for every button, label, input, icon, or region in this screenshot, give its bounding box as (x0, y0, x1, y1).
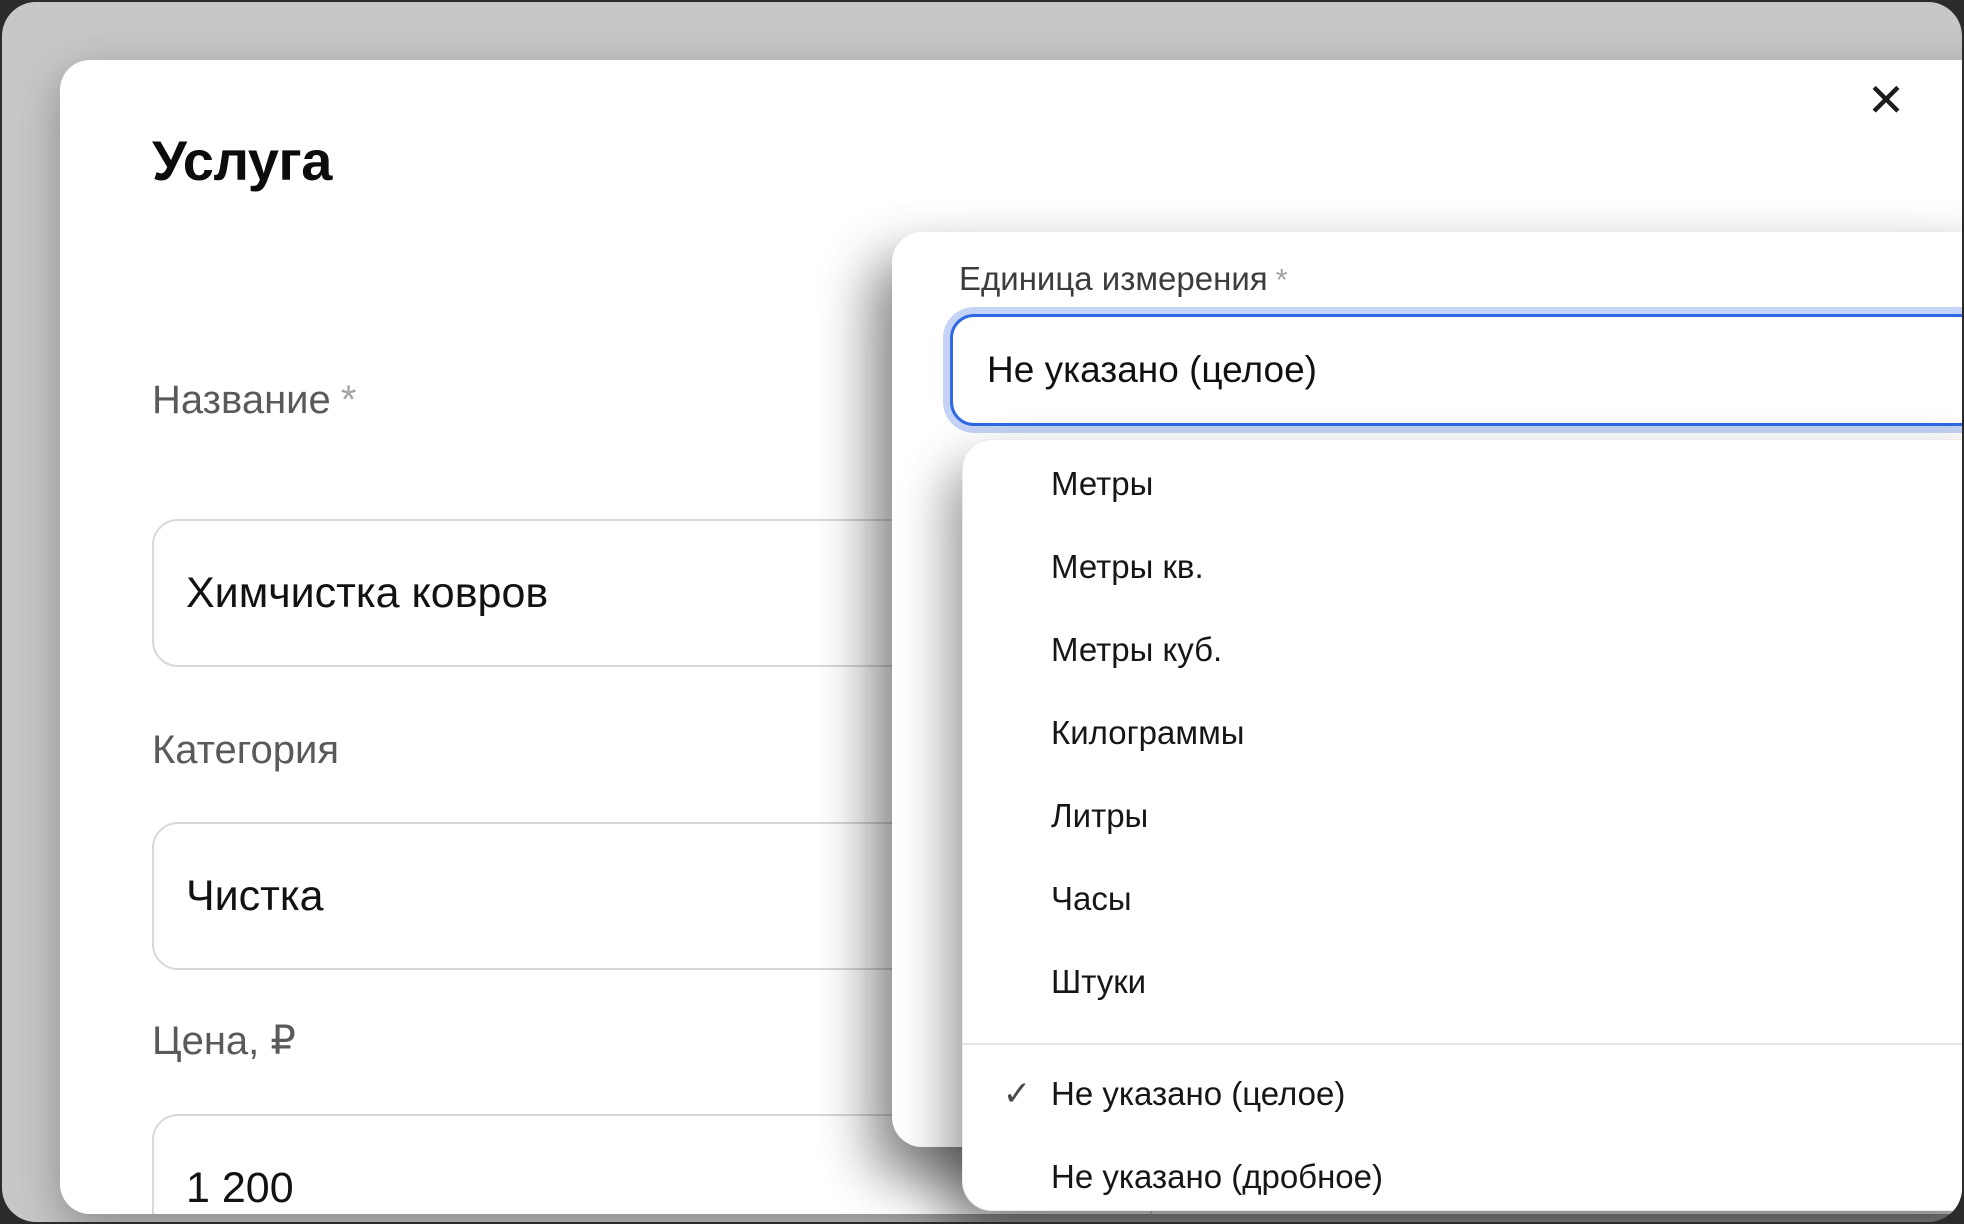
unit-select-value: Не указано (целое) (987, 349, 1317, 391)
unit-options-dropdown: Метры Метры кв. Метры куб. Килограммы Ли… (962, 439, 1962, 1211)
price-field-value: 1 200 (186, 1164, 294, 1213)
option-metry-kub[interactable]: Метры куб. (963, 608, 1962, 691)
unit-select-label: Единица измерения* (959, 260, 1288, 298)
option-shtuki[interactable]: Штуки (963, 940, 1962, 1023)
check-icon: ✓ (993, 1074, 1041, 1114)
close-button[interactable]: ✕ (1860, 74, 1912, 126)
screen-background: Услуга ✕ Название* Химчистка ковров Кате… (2, 2, 1962, 1222)
option-metry[interactable]: Метры (963, 442, 1962, 525)
option-chasy[interactable]: Часы (963, 857, 1962, 940)
name-field-value: Химчистка ковров (186, 569, 548, 618)
page-title: Услуга (152, 128, 332, 193)
option-metry-kv[interactable]: Метры кв. (963, 525, 1962, 608)
required-asterisk: * (1276, 262, 1288, 297)
category-field-value: Чистка (186, 872, 324, 921)
required-asterisk: * (341, 378, 357, 422)
option-kilogrammy[interactable]: Килограммы (963, 691, 1962, 774)
unit-select[interactable]: Не указано (целое) (950, 314, 1962, 426)
name-field-label: Название* (152, 378, 356, 423)
option-litry[interactable]: Литры (963, 774, 1962, 857)
category-field-label: Категория (152, 728, 339, 773)
option-ne-ukazano-drobnoe[interactable]: Не указано (дробное) (963, 1135, 1962, 1211)
option-ne-ukazano-tseloe[interactable]: ✓ Не указано (целое) (963, 1052, 1962, 1135)
price-field-label: Цена, ₽ (152, 1018, 296, 1064)
options-divider (963, 1043, 1962, 1045)
close-icon: ✕ (1867, 77, 1906, 123)
